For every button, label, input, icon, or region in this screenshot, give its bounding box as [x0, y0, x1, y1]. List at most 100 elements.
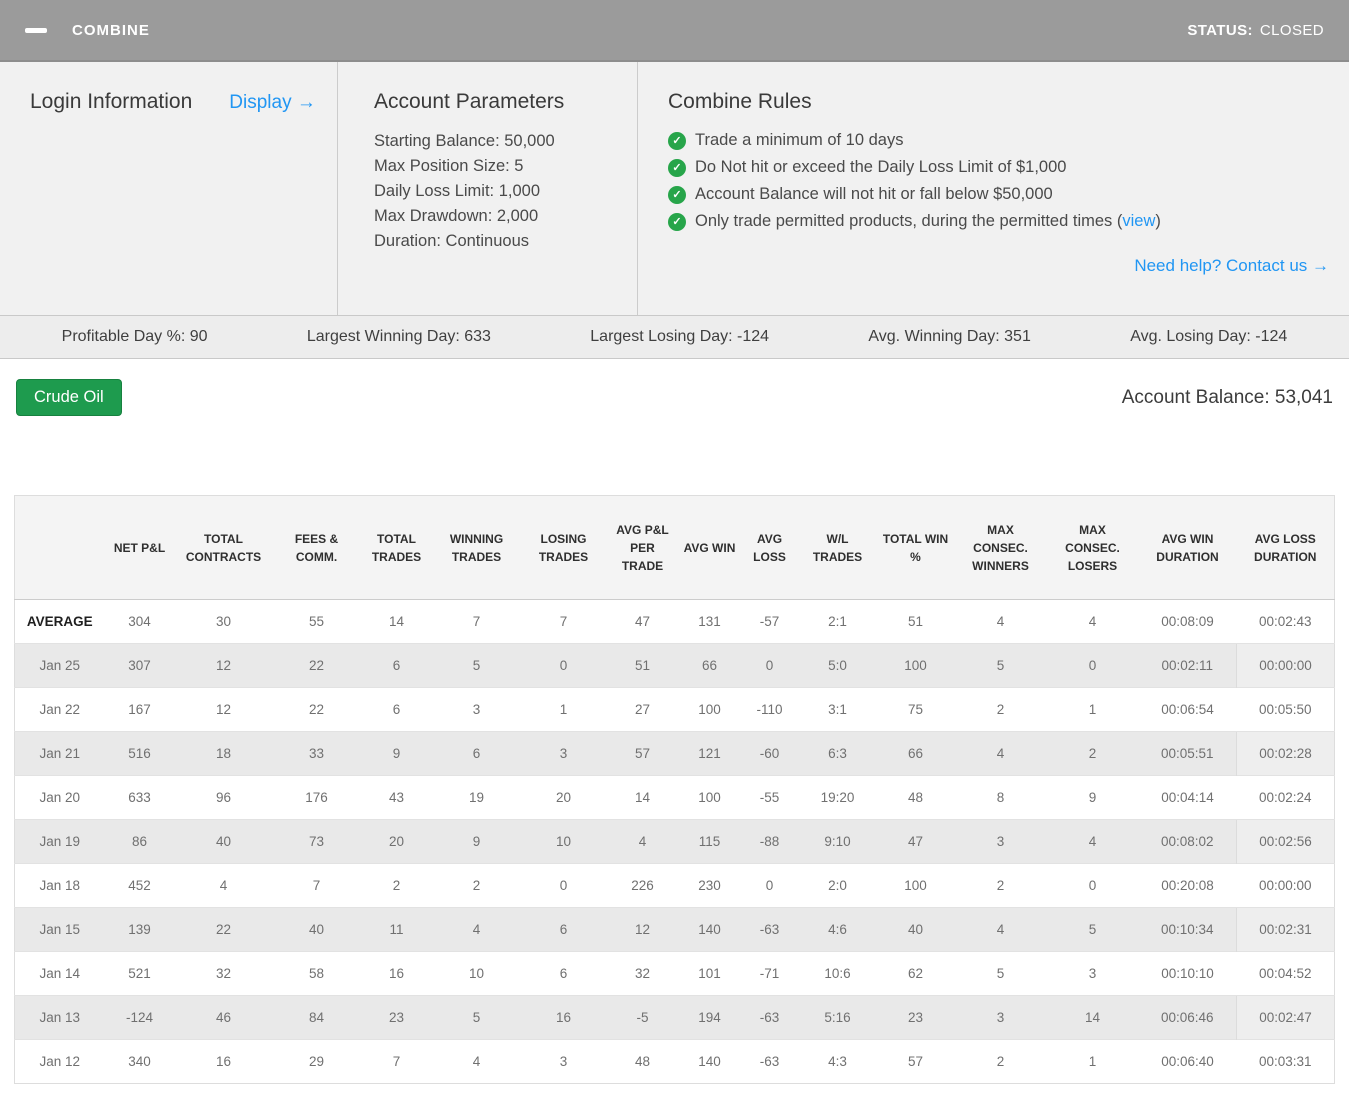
cell: 4	[954, 731, 1047, 776]
rule-text-main: Trade a minimum of 10 days	[695, 131, 904, 149]
cell: 100	[876, 863, 955, 908]
view-link[interactable]: view	[1122, 212, 1155, 230]
cell: 22	[174, 907, 273, 952]
summary-stat: Profitable Day %: 90	[61, 328, 208, 345]
cell: 115	[678, 819, 741, 864]
cell: 2	[432, 863, 521, 908]
table-row: Jan 20 633 96 176 43 19 20 14 100 -55 19:20 48 8 9 00:…	[14, 775, 1335, 820]
cell: 40	[174, 819, 273, 864]
cell: 3	[520, 731, 607, 776]
cell: 230	[678, 863, 741, 908]
cell: 46	[174, 995, 273, 1040]
column-header: AVG LOSS DURATION	[1236, 495, 1335, 600]
login-information-title: Login Information	[30, 90, 193, 113]
column-header: MAX CONSEC. WINNERS	[954, 495, 1047, 600]
column-header: LOSING TRADES	[520, 495, 607, 600]
rule-text-main: Account Balance will not hit or fall bel…	[695, 185, 1053, 203]
cell: 86	[104, 819, 175, 864]
cell: 4	[954, 599, 1047, 644]
cell: 4	[606, 819, 679, 864]
cell: 3	[432, 687, 521, 732]
rule-text-main: Do Not hit or exceed the Daily Loss Limi…	[695, 158, 1067, 176]
display-link[interactable]: Display →	[229, 92, 316, 114]
cell: 29	[272, 1039, 361, 1084]
row-label: Jan 21	[14, 731, 105, 776]
cell: 73	[272, 819, 361, 864]
product-balance-row: Crude Oil Account Balance: 53,041	[0, 359, 1349, 438]
panel-header-bar: COMBINE STATUS: CLOSED	[0, 0, 1349, 62]
cell: 48	[876, 775, 955, 820]
combine-rule: ✓ Trade a minimum of 10 days	[668, 131, 1331, 150]
cell: 4:3	[798, 1039, 877, 1084]
row-label: Jan 19	[14, 819, 105, 864]
cell: 7	[432, 599, 521, 644]
cell: 27	[606, 687, 679, 732]
cell: 00:00:00	[1236, 643, 1335, 688]
table-header-row: NET P&L TOTAL CONTRACTS FEES & COMM. TOTAL …	[14, 495, 1335, 600]
cell: 3:1	[798, 687, 877, 732]
cell: 516	[104, 731, 175, 776]
crude-oil-button[interactable]: Crude Oil	[16, 379, 122, 416]
column-header	[14, 495, 105, 600]
cell: 48	[606, 1039, 679, 1084]
account-parameter-line: Max Drawdown: 2,000	[374, 207, 539, 226]
cell: 6	[360, 643, 433, 688]
cell: 00:02:47	[1236, 995, 1335, 1040]
cell: 9	[1046, 775, 1139, 820]
cell: 4	[432, 1039, 521, 1084]
cell: 6	[520, 951, 607, 996]
combine-rule: ✓ Only trade permitted products, during t…	[668, 212, 1331, 231]
cell: 100	[678, 775, 741, 820]
column-header: TOTAL TRADES	[360, 495, 433, 600]
cell: 32	[174, 951, 273, 996]
cell: 51	[606, 643, 679, 688]
cell: 9	[432, 819, 521, 864]
cell: -63	[740, 1039, 799, 1084]
cell: 4	[432, 907, 521, 952]
cell: 51	[876, 599, 955, 644]
cell: 20	[520, 775, 607, 820]
table-row: Jan 14 521 32 58 16 10 6 32 101 -71 10:6 62 5 3 00:10:…	[14, 951, 1335, 996]
column-header: WINNING TRADES	[432, 495, 521, 600]
cell: 32	[606, 951, 679, 996]
contact-us-link[interactable]: Need help? Contact us →	[1134, 256, 1329, 275]
cell: 00:06:54	[1138, 687, 1237, 732]
cell: 10	[520, 819, 607, 864]
info-section: Login Information Display → Account Para…	[0, 62, 1349, 315]
minus-icon[interactable]	[25, 27, 47, 33]
panel-title: COMBINE	[72, 21, 150, 39]
cell: -124	[104, 995, 175, 1040]
row-label: Jan 18	[14, 863, 105, 908]
row-label: Jan 14	[14, 951, 105, 996]
cell: -63	[740, 907, 799, 952]
cell: 00:03:31	[1236, 1039, 1335, 1084]
column-header: NET P&L	[104, 495, 175, 600]
cell: 100	[876, 643, 955, 688]
cell: 2	[954, 687, 1047, 732]
cell: 4	[1046, 599, 1139, 644]
column-header: TOTAL CONTRACTS	[174, 495, 273, 600]
cell: 3	[954, 819, 1047, 864]
cell: 521	[104, 951, 175, 996]
cell: 5	[954, 643, 1047, 688]
cell: 22	[272, 687, 361, 732]
table-row: Jan 13 -124 46 84 23 5 16 -5 194 -63 5:16 23 3 14 00:0…	[14, 995, 1335, 1040]
cell: 96	[174, 775, 273, 820]
cell: 10	[432, 951, 521, 996]
cell: 66	[678, 643, 741, 688]
cell: 10:6	[798, 951, 877, 996]
cell: 16	[174, 1039, 273, 1084]
combine-rules-panel: Combine Rules ✓ Trade a minimum of 10 day…	[637, 62, 1349, 315]
cell: 66	[876, 731, 955, 776]
cell: 304	[104, 599, 175, 644]
cell: 75	[876, 687, 955, 732]
account-parameter-line: Daily Loss Limit: 1,000	[374, 182, 540, 201]
combine-rules-title: Combine Rules	[668, 90, 812, 113]
check-circle-icon: ✓	[668, 212, 686, 231]
cell: 12	[174, 687, 273, 732]
cell: 14	[360, 599, 433, 644]
column-header: TOTAL WIN %	[876, 495, 955, 600]
row-label: Jan 13	[14, 995, 105, 1040]
summary-stat: Largest Losing Day: -124	[590, 328, 770, 345]
status-label: STATUS:	[1187, 21, 1253, 39]
